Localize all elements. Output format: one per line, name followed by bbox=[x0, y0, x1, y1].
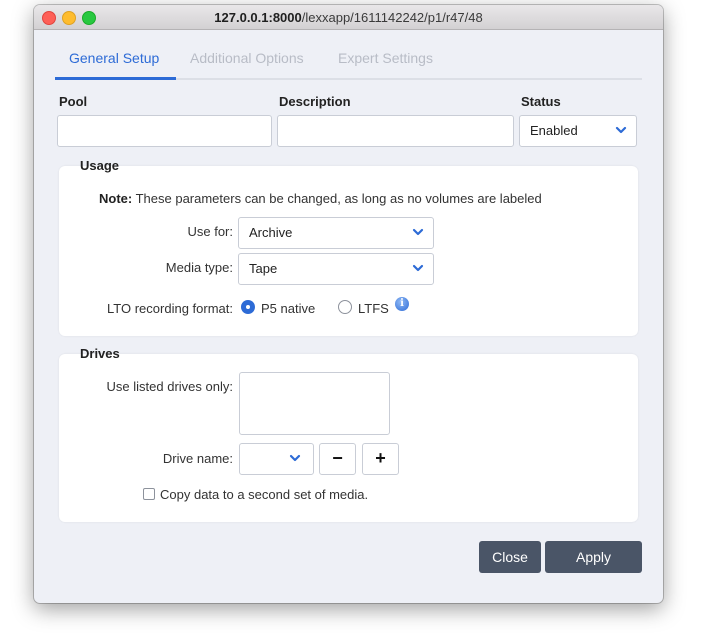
tab-general-setup[interactable]: General Setup bbox=[69, 50, 159, 66]
copy-data-label[interactable]: Copy data to a second set of media. bbox=[160, 487, 368, 502]
media-type-label: Media type: bbox=[165, 260, 233, 275]
copy-data-checkbox[interactable] bbox=[143, 488, 155, 500]
usage-legend: Usage bbox=[80, 158, 120, 173]
tab-expert-settings[interactable]: Expert Settings bbox=[338, 50, 433, 66]
chevron-down-icon bbox=[412, 264, 424, 272]
use-for-value: Archive bbox=[249, 225, 293, 240]
apply-button[interactable]: Apply bbox=[545, 541, 642, 573]
pool-label: Pool bbox=[59, 94, 88, 109]
note-prefix: Note: bbox=[99, 191, 133, 206]
tab-bar: General Setup Additional Options Expert … bbox=[55, 46, 642, 80]
drives-list[interactable] bbox=[239, 372, 390, 435]
dialog-window: 127.0.0.1:8000/lexxapp/1611142242/p1/r47… bbox=[34, 5, 663, 603]
description-label: Description bbox=[279, 94, 351, 109]
media-type-select[interactable]: Tape bbox=[238, 253, 434, 285]
description-input[interactable] bbox=[277, 115, 514, 147]
tab-additional-options[interactable]: Additional Options bbox=[190, 50, 304, 66]
usage-note: Note: These parameters can be changed, a… bbox=[99, 191, 542, 206]
chevron-down-icon bbox=[615, 126, 627, 134]
drive-name-label: Drive name: bbox=[162, 451, 233, 466]
title-bar: 127.0.0.1:8000/lexxapp/1611142242/p1/r47… bbox=[34, 5, 663, 30]
title-host: 127.0.0.1:8000 bbox=[214, 10, 302, 25]
radio-ltfs-label[interactable]: LTFS bbox=[358, 301, 389, 316]
chevron-down-icon bbox=[412, 228, 424, 236]
chevron-down-icon bbox=[289, 454, 301, 462]
title-path: /lexxapp/1611142242/p1/r47/48 bbox=[301, 10, 483, 25]
note-text: These parameters can be changed, as long… bbox=[132, 191, 542, 206]
radio-p5-native-label[interactable]: P5 native bbox=[261, 301, 315, 316]
active-tab-indicator bbox=[55, 77, 176, 80]
close-button[interactable]: Close bbox=[479, 541, 541, 573]
radio-p5-native[interactable] bbox=[241, 300, 255, 314]
window-title: 127.0.0.1:8000/lexxapp/1611142242/p1/r47… bbox=[34, 10, 663, 25]
remove-drive-button[interactable]: − bbox=[319, 443, 356, 475]
use-for-select[interactable]: Archive bbox=[238, 217, 434, 249]
media-type-value: Tape bbox=[249, 261, 278, 276]
radio-ltfs[interactable] bbox=[338, 300, 352, 314]
info-icon[interactable]: i bbox=[395, 297, 409, 311]
use-for-label: Use for: bbox=[187, 224, 233, 239]
drive-name-select[interactable] bbox=[239, 443, 314, 475]
drives-legend: Drives bbox=[80, 346, 120, 361]
status-label: Status bbox=[521, 94, 561, 109]
use-listed-drives-label: Use listed drives only: bbox=[106, 379, 233, 394]
status-value: Enabled bbox=[530, 123, 578, 138]
pool-input[interactable] bbox=[57, 115, 272, 147]
lto-format-label: LTO recording format: bbox=[107, 301, 233, 316]
status-select[interactable]: Enabled bbox=[519, 115, 637, 147]
add-drive-button[interactable]: + bbox=[362, 443, 399, 475]
